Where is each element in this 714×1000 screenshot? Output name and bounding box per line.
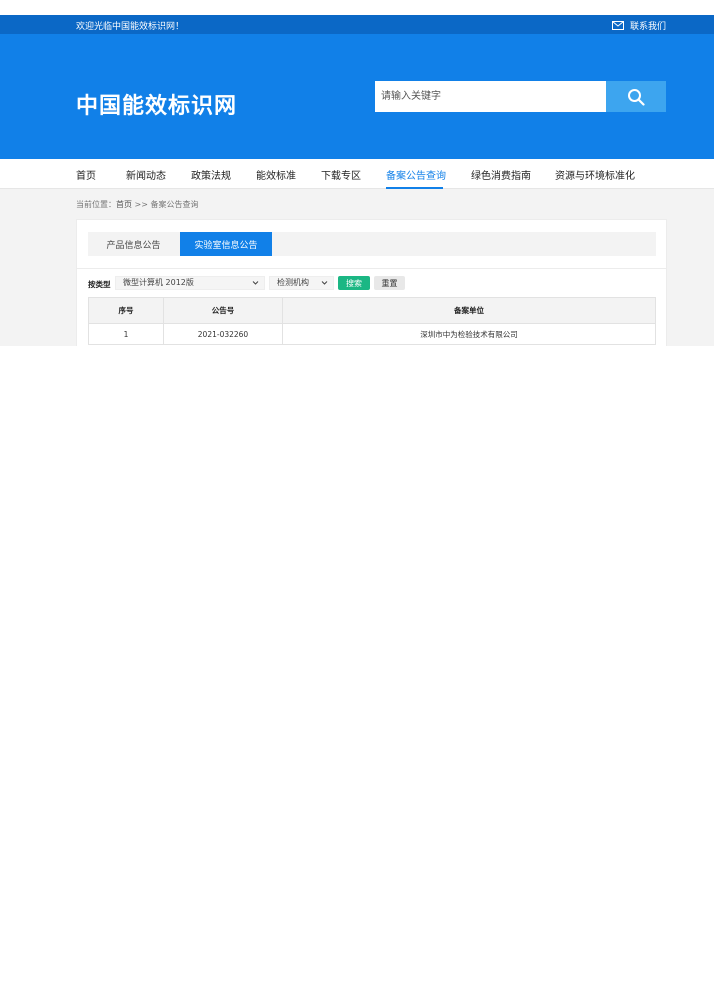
- type-select-value: 微型计算机 2012版: [123, 278, 194, 287]
- mail-icon: [611, 21, 624, 30]
- table-row[interactable]: 1 2021-032260 深圳市中为检验技术有限公司: [88, 323, 656, 345]
- site-header: 中国能效标识网: [0, 34, 714, 159]
- nav-item-announcements[interactable]: 备案公告查询: [386, 167, 446, 182]
- breadcrumb: 当前位置：首页 >> 备案公告查询: [76, 199, 199, 210]
- breadcrumb-current: 备案公告查询: [150, 200, 199, 209]
- breadcrumb-prefix: 当前位置：: [76, 200, 116, 209]
- contact-label: 联系我们: [629, 22, 666, 32]
- search-icon: [628, 88, 645, 106]
- column-header-announcement-no[interactable]: 公告号: [163, 297, 283, 324]
- announcement-table: 序号 公告号 备案单位 1 2021-032260 深圳市中为检验技术有限公司: [88, 297, 656, 345]
- column-header-filing-unit[interactable]: 备案单位: [282, 297, 656, 324]
- search-box: [375, 81, 666, 112]
- cell-seq: 1: [88, 323, 164, 345]
- nav-item-policy[interactable]: 政策法规: [191, 167, 231, 182]
- reset-button[interactable]: 重置: [374, 276, 405, 290]
- nav-item-standards[interactable]: 能效标准: [256, 167, 296, 182]
- tab-lab-info[interactable]: 实验室信息公告: [180, 232, 272, 256]
- table-header-row: 序号 公告号 备案单位: [88, 297, 656, 324]
- search-filter-button[interactable]: 搜索: [338, 276, 370, 290]
- search-button[interactable]: [606, 81, 666, 112]
- site-logo[interactable]: 中国能效标识网: [76, 88, 237, 120]
- welcome-text: 欢迎光临中国能效标识网！: [76, 22, 185, 32]
- filter-bar: 按类型 微型计算机 2012版 检测机构 搜索 重置: [88, 276, 658, 290]
- cell-announcement-no[interactable]: 2021-032260: [163, 323, 283, 345]
- search-input[interactable]: [375, 81, 606, 112]
- org-select[interactable]: 检测机构: [269, 276, 334, 290]
- chevron-down-icon: [252, 281, 259, 285]
- nav-item-home[interactable]: 首页: [76, 167, 96, 182]
- divider: [77, 268, 666, 269]
- breadcrumb-separator: >>: [132, 200, 151, 209]
- filter-type-label: 按类型: [88, 280, 111, 289]
- top-bar: 欢迎光临中国能效标识网！ 联系我们: [0, 15, 714, 34]
- nav-item-news[interactable]: 新闻动态: [126, 167, 166, 182]
- nav-item-downloads[interactable]: 下载专区: [321, 167, 361, 182]
- announcement-panel: 产品信息公告 实验室信息公告 按类型 微型计算机 2012版 检测机构 搜索 重…: [76, 219, 667, 346]
- tab-bar: 产品信息公告 实验室信息公告: [88, 232, 656, 256]
- contact-link[interactable]: 联系我们: [611, 19, 666, 32]
- cell-filing-unit[interactable]: 深圳市中为检验技术有限公司: [282, 323, 656, 345]
- tab-product-info[interactable]: 产品信息公告: [88, 232, 179, 256]
- org-select-value: 检测机构: [277, 278, 309, 287]
- main-nav: 首页 新闻动态 政策法规 能效标准 下载专区 备案公告查询 绿色消费指南 资源与…: [0, 159, 714, 189]
- breadcrumb-home-link[interactable]: 首页: [116, 200, 132, 209]
- nav-item-resources[interactable]: 资源与环境标准化: [555, 167, 635, 182]
- nav-item-green-guide[interactable]: 绿色消费指南: [471, 167, 531, 182]
- chevron-down-icon: [321, 281, 328, 285]
- type-select[interactable]: 微型计算机 2012版: [115, 276, 265, 290]
- column-header-seq[interactable]: 序号: [88, 297, 164, 324]
